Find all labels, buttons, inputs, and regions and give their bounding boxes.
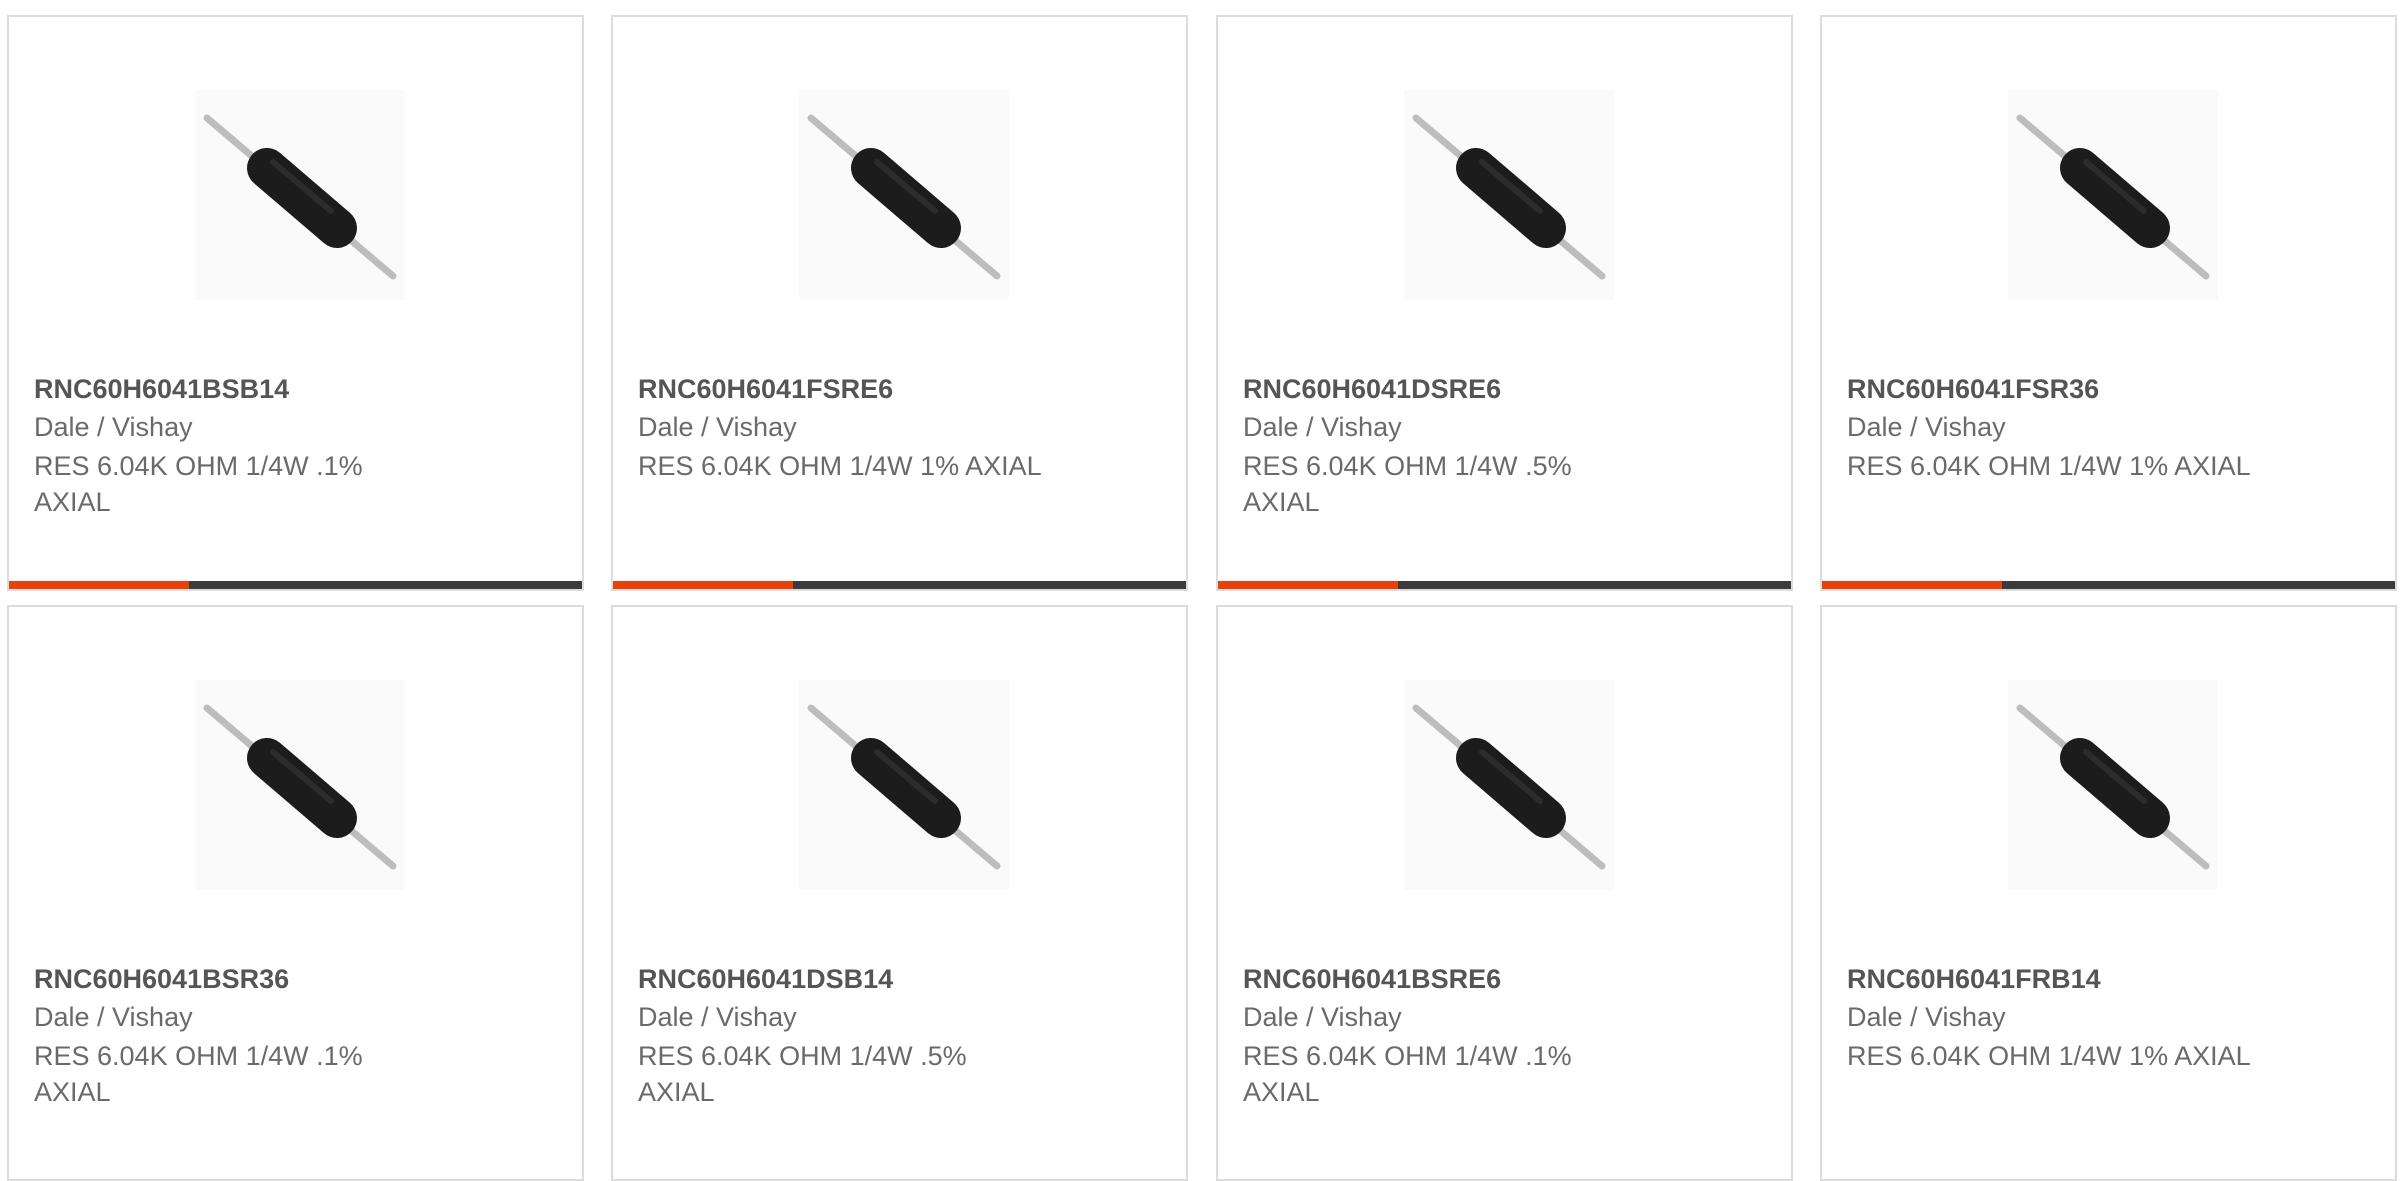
card-footer-bar	[613, 581, 1186, 589]
product-card[interactable]: RNC60H6041DSRE6 Dale / Vishay RES 6.04K …	[1216, 15, 1793, 591]
axial-resistor-image	[1404, 90, 1614, 300]
axial-resistor-image	[2008, 680, 2218, 890]
card-footer-bar	[1218, 581, 1791, 589]
product-description: RES 6.04K OHM 1/4W .1% AXIAL	[34, 451, 363, 517]
manufacturer-name: Dale / Vishay	[34, 412, 193, 442]
product-card[interactable]: RNC60H6041FSRE6 Dale / Vishay RES 6.04K …	[611, 15, 1188, 591]
product-card[interactable]: RNC60H6041DSB14 Dale / Vishay RES 6.04K …	[611, 605, 1188, 1181]
product-card[interactable]: RNC60H6041FRB14 Dale / Vishay RES 6.04K …	[1820, 605, 2397, 1181]
part-number-link[interactable]: RNC60H6041FSR36	[1847, 374, 2099, 405]
card-footer-bar	[1822, 581, 2395, 589]
product-card[interactable]: RNC60H6041BSB14 Dale / Vishay RES 6.04K …	[7, 15, 584, 591]
product-description: RES 6.04K OHM 1/4W 1% AXIAL	[1847, 451, 2251, 481]
part-number-link[interactable]: RNC60H6041FSRE6	[638, 374, 893, 405]
card-accent-bar	[1822, 581, 2003, 589]
axial-resistor-image	[195, 90, 405, 300]
product-description: RES 6.04K OHM 1/4W .1% AXIAL	[1243, 1041, 1572, 1107]
manufacturer-name: Dale / Vishay	[34, 1002, 193, 1032]
manufacturer-name: Dale / Vishay	[1847, 1002, 2006, 1032]
part-number-link[interactable]: RNC60H6041DSB14	[638, 964, 893, 995]
part-number-link[interactable]: RNC60H6041BSRE6	[1243, 964, 1501, 995]
product-card[interactable]: RNC60H6041BSRE6 Dale / Vishay RES 6.04K …	[1216, 605, 1793, 1181]
part-number-link[interactable]: RNC60H6041FRB14	[1847, 964, 2101, 995]
product-card[interactable]: RNC60H6041BSR36 Dale / Vishay RES 6.04K …	[7, 605, 584, 1181]
manufacturer-name: Dale / Vishay	[638, 1002, 797, 1032]
part-number-link[interactable]: RNC60H6041BSB14	[34, 374, 289, 405]
manufacturer-name: Dale / Vishay	[1847, 412, 2006, 442]
product-description: RES 6.04K OHM 1/4W .5% AXIAL	[638, 1041, 967, 1107]
axial-resistor-image	[195, 680, 405, 890]
card-footer-bar	[9, 581, 582, 589]
manufacturer-name: Dale / Vishay	[638, 412, 797, 442]
product-description: RES 6.04K OHM 1/4W .1% AXIAL	[34, 1041, 363, 1107]
card-accent-bar	[1218, 581, 1399, 589]
card-accent-bar	[9, 581, 190, 589]
product-grid: RNC60H6041BSB14 Dale / Vishay RES 6.04K …	[0, 0, 2400, 1181]
product-description: RES 6.04K OHM 1/4W .5% AXIAL	[1243, 451, 1572, 517]
product-description: RES 6.04K OHM 1/4W 1% AXIAL	[1847, 1041, 2251, 1071]
product-description: RES 6.04K OHM 1/4W 1% AXIAL	[638, 451, 1042, 481]
manufacturer-name: Dale / Vishay	[1243, 1002, 1402, 1032]
manufacturer-name: Dale / Vishay	[1243, 412, 1402, 442]
part-number-link[interactable]: RNC60H6041BSR36	[34, 964, 289, 995]
axial-resistor-image	[799, 90, 1009, 300]
axial-resistor-image	[2008, 90, 2218, 300]
product-card[interactable]: RNC60H6041FSR36 Dale / Vishay RES 6.04K …	[1820, 15, 2397, 591]
part-number-link[interactable]: RNC60H6041DSRE6	[1243, 374, 1501, 405]
card-accent-bar	[613, 581, 794, 589]
axial-resistor-image	[799, 680, 1009, 890]
axial-resistor-image	[1404, 680, 1614, 890]
